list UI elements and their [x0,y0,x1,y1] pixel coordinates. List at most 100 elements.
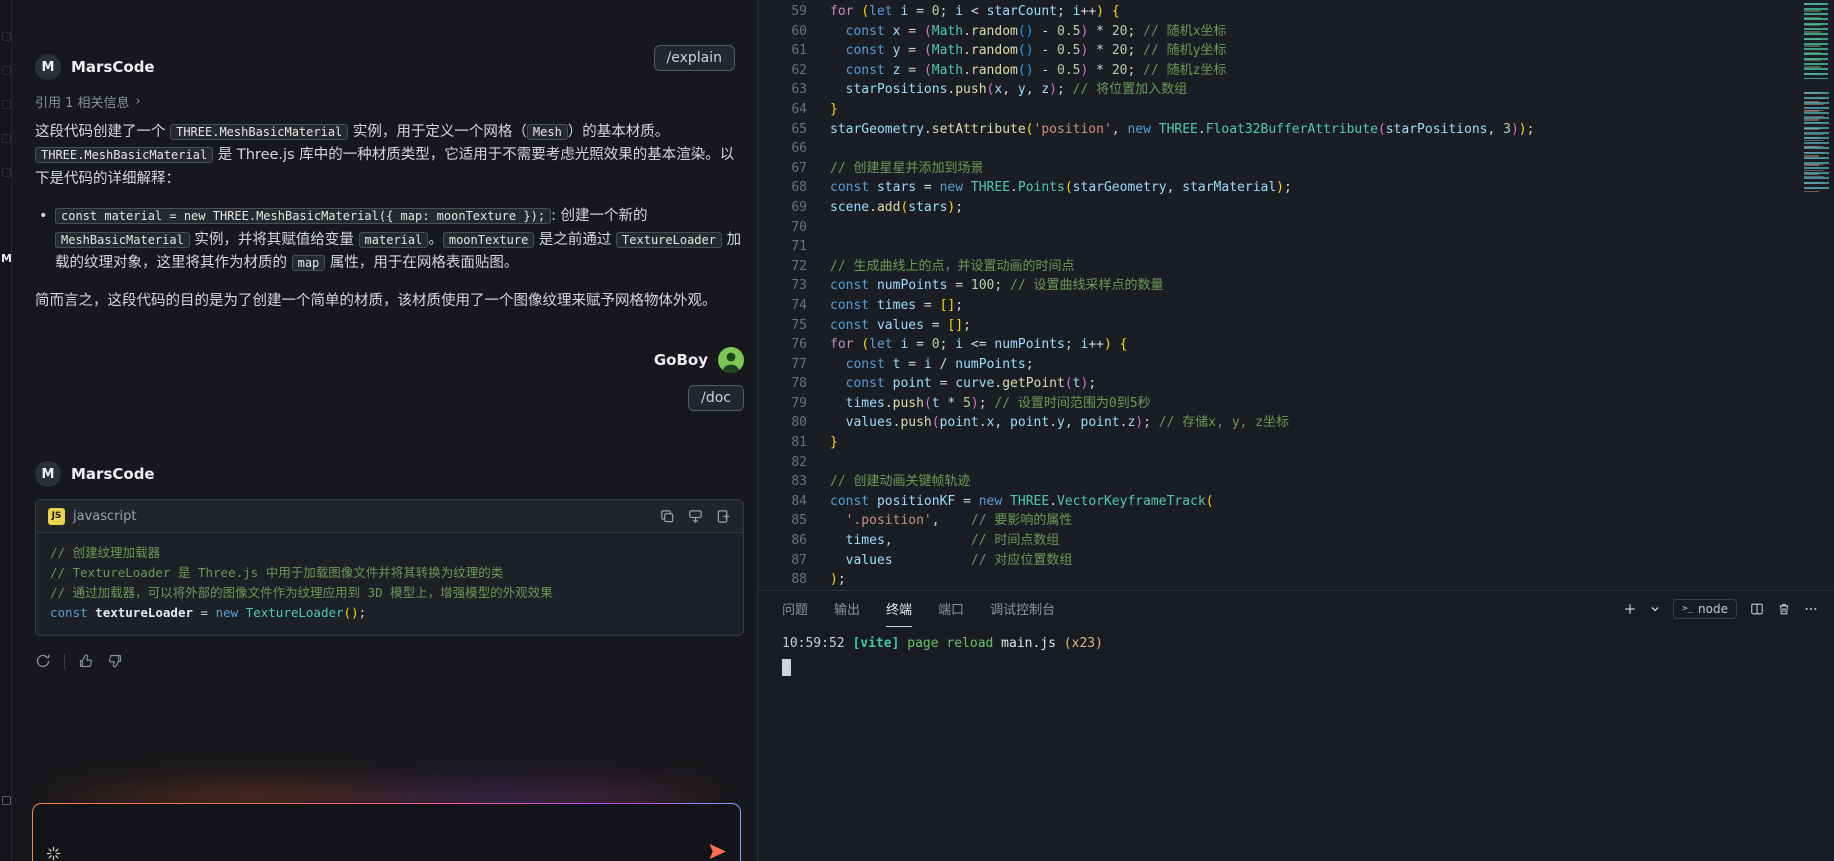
kill-terminal-icon[interactable] [1777,602,1791,616]
line-number: 70 [791,219,807,235]
chat-code-line: // TextureLoader 是 Three.js 中用于加载图像文件并将其… [50,565,504,581]
send-icon[interactable] [708,842,727,861]
code-line[interactable]: 87 values // 对应位置数组 [758,551,1834,571]
terminal-profile-node[interactable]: >_ node [1673,599,1737,619]
code-line[interactable]: 69 scene.add(stars); [758,198,1834,218]
code-text: const times = []; [830,297,964,313]
code-text: // 创建动画关键帧轨迹 [830,474,971,490]
panel-tab-output[interactable]: 输出 [834,591,860,627]
code-line[interactable]: 67 // 创建星星并添加到场景 [758,159,1834,179]
code-line[interactable]: 62 const z = (Math.random() - 0.5) * 20;… [758,61,1834,81]
code-line[interactable]: 80 values.push(point.x, point.y, point.z… [758,413,1834,433]
activity-icon-1[interactable] [2,32,11,41]
code-line[interactable]: 68 const stars = new THREE.Points(starGeo… [758,178,1834,198]
terminal-profile-label: node [1698,602,1728,616]
code-line[interactable]: 64} [758,100,1834,120]
chat-input[interactable] [32,803,741,861]
code-line[interactable]: 77 const t = i / numPoints; [758,355,1834,375]
code-line[interactable]: 81} [758,433,1834,453]
code-line[interactable]: 66 [758,139,1834,159]
code-line[interactable]: 84 const positionKF = new THREE.VectorKey… [758,492,1834,512]
code-line[interactable]: 75 const values = []; [758,316,1834,336]
new-terminal-icon[interactable] [1623,602,1637,616]
code-editor[interactable]: 59 for (let i = 0; i < starCount; i++) { 6… [758,0,1834,590]
assistant-name: MarsCode [71,58,155,76]
line-number: 68 [791,180,807,196]
code-line[interactable]: 72 // 生成曲线上的点，并设置动画的时间点 [758,257,1834,277]
chevron-down-icon[interactable] [1650,604,1660,614]
minimap[interactable] [1801,0,1834,220]
marscode-logo-icon: M [35,54,61,80]
user-command-explain[interactable]: /explain [653,45,735,71]
user-message-header: GoBoy [35,347,744,374]
thumbs-up-icon[interactable] [78,653,94,669]
code-line[interactable]: 82 [758,453,1834,473]
code-text: scene.add(stars); [830,199,964,215]
code-line[interactable]: 65 starGeometry.setAttribute('position', … [758,120,1834,140]
person-icon [722,352,740,374]
code-line[interactable]: 85 '.position', // 要影响的属性 [758,511,1834,531]
line-number: 79 [791,395,807,411]
code-line[interactable]: 59 for (let i = 0; i < starCount; i++) { [758,2,1834,22]
code-line[interactable]: 78 const point = curve.getPoint(t); [758,374,1834,394]
regenerate-icon[interactable] [35,653,51,669]
copy-code-icon[interactable] [660,509,675,524]
line-number: 59 [791,4,807,19]
code-line[interactable]: 79 times.push(t * 5); // 设置时间范围为0到5秒 [758,394,1834,414]
code-line[interactable]: 74 const times = []; [758,296,1834,316]
minimap-block [1804,92,1832,192]
code-line[interactable]: 88); [758,570,1834,590]
answer-paragraph: 简而言之，这段代码的目的是为了创建一个简单的材质，该材质使用了一个图像纹理来赋予… [35,292,717,309]
code-line[interactable]: 73 const numPoints = 100; // 设置曲线采样点的数量 [758,276,1834,296]
javascript-icon: JS [48,507,65,525]
inline-code: map [291,255,326,272]
code-text: const values = []; [830,317,971,333]
line-number: 65 [791,121,807,137]
assistant-name: MarsCode [71,465,155,484]
panel-tab-debug-console[interactable]: 调试控制台 [990,591,1055,627]
apps-grid-icon[interactable] [2,796,11,805]
split-terminal-icon[interactable] [1750,602,1764,616]
code-line[interactable]: 63 starPositions.push(x, y, z); // 将位置加入… [758,80,1834,100]
line-number: 80 [791,415,807,431]
user-command-doc[interactable]: /doc [688,385,744,412]
thumbs-down-icon[interactable] [107,653,123,669]
line-number: 84 [791,493,807,509]
code-line[interactable]: 71 [758,237,1834,257]
input-glow [52,755,717,810]
reference-toggle[interactable]: 引用 1 相关信息 › [35,92,744,111]
chat-code-lines[interactable]: // 创建纹理加载器 // TextureLoader 是 Three.js 中用… [36,533,743,635]
panel-tab-ports[interactable]: 端口 [938,591,964,627]
activity-icon-3[interactable] [2,100,11,109]
activity-icon-2[interactable] [2,66,11,75]
code-line[interactable]: 86 times, // 时间点数组 [758,531,1834,551]
panel-tab-problems[interactable]: 问题 [782,591,808,627]
code-line[interactable]: 70 [758,218,1834,238]
activity-icon-5[interactable] [2,168,11,177]
message-actions [35,653,744,669]
code-block-header: JS javascript [36,500,743,534]
code-text: // 生成曲线上的点，并设置动画的时间点 [830,258,1075,274]
code-language-label: javascript [73,508,137,524]
code-text: const t = i / numPoints; [845,356,1034,372]
code-line[interactable]: 60 const x = (Math.random() - 0.5) * 20;… [758,22,1834,42]
marscode-activity-icon[interactable]: M [1,252,12,265]
terminal-cursor [782,659,791,676]
line-number: 81 [791,435,807,451]
code-line[interactable]: 61 const y = (Math.random() - 0.5) * 20;… [758,41,1834,61]
more-actions-icon[interactable] [1804,602,1818,616]
code-text: const z = (Math.random() - 0.5) * 20; //… [845,62,1227,78]
code-text: const y = (Math.random() - 0.5) * 20; //… [845,43,1227,59]
code-text: for (let i = 0; i <= numPoints; i++) { [830,337,1128,353]
code-text: times, // 时间点数组 [845,533,1060,549]
code-text: for (let i = 0; i < starCount; i++) { [830,4,1120,19]
inline-code: Mesh [526,124,568,140]
code-line[interactable]: 76 for (let i = 0; i <= numPoints; i++) { [758,335,1834,355]
insert-code-icon[interactable] [688,509,703,524]
code-line[interactable]: 83 // 创建动画关键帧轨迹 [758,472,1834,492]
line-number: 73 [791,278,807,294]
panel-tab-terminal[interactable]: 终端 [886,591,913,627]
activity-icon-4[interactable] [2,134,11,143]
new-file-code-icon[interactable] [716,509,731,524]
